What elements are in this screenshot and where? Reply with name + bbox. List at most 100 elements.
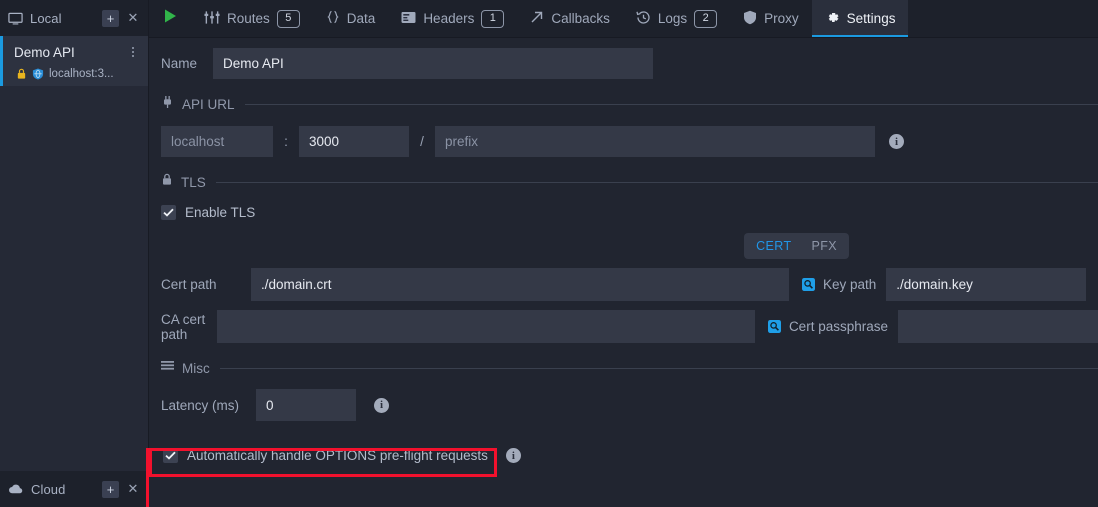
port-prefix-separator: /: [409, 134, 435, 149]
file-search-icon[interactable]: [767, 319, 782, 334]
tab-headers[interactable]: Headers 1: [388, 0, 517, 37]
info-icon[interactable]: i: [889, 134, 904, 149]
tab-callbacks-label: Callbacks: [551, 11, 610, 26]
options-preflight-checkbox[interactable]: [163, 448, 178, 463]
sidebar-local-label: Local: [30, 11, 95, 26]
api-url-row: localhost : 3000 / prefix i: [161, 126, 1098, 157]
main-panel: Routes 5 Data: [149, 0, 1098, 507]
api-prefix-input[interactable]: prefix: [435, 126, 875, 157]
section-divider: [245, 104, 1098, 105]
tab-headers-badge: 1: [481, 10, 504, 28]
name-input[interactable]: Demo API: [213, 48, 653, 79]
play-icon: [163, 8, 178, 29]
tab-bar: Routes 5 Data: [149, 0, 1098, 38]
section-misc-label: Misc: [182, 361, 210, 376]
sliders-icon: [204, 10, 220, 28]
cert-passphrase-label-wrap: Cert passphrase: [755, 319, 898, 334]
latency-row: Latency (ms) 0 i: [161, 389, 1098, 421]
info-icon[interactable]: i: [374, 398, 389, 413]
cert-path-row: Cert path ./domain.crt Key path ./domain…: [149, 268, 1098, 301]
tab-routes[interactable]: Routes 5: [191, 0, 313, 37]
collapse-cloud-button[interactable]: ✕: [126, 482, 140, 496]
tab-logs[interactable]: Logs 2: [623, 0, 730, 37]
shield-icon: [743, 10, 757, 28]
ca-cert-path-label: CA cert path: [149, 312, 217, 342]
highlight-seam: [146, 448, 149, 507]
key-path-label-wrap: Key path: [789, 277, 886, 292]
header-block-icon: [401, 11, 416, 27]
sidebar: Local + ✕ Demo API: [0, 0, 149, 507]
tab-routes-label: Routes: [227, 11, 270, 26]
section-tls: TLS: [161, 173, 1098, 191]
section-api-url-label: API URL: [182, 97, 235, 112]
section-divider: [216, 182, 1098, 183]
tab-data[interactable]: Data: [313, 0, 389, 37]
tls-mode-cert-option[interactable]: CERT: [747, 236, 800, 256]
tab-routes-badge: 5: [277, 10, 300, 28]
run-server-button[interactable]: [149, 0, 191, 37]
section-misc: Misc: [161, 359, 1098, 377]
sidebar-cloud-header: Cloud + ✕: [0, 471, 148, 507]
sidebar-item-url: localhost:3...: [49, 68, 114, 80]
add-local-environment-button[interactable]: +: [102, 10, 119, 27]
host-port-separator: :: [273, 134, 299, 149]
latency-input[interactable]: 0: [256, 389, 356, 421]
list-icon: [161, 359, 174, 377]
section-api-url: API URL: [161, 95, 1098, 114]
sidebar-item-header: Demo API: [14, 42, 140, 62]
settings-form: Name Demo API API URL localhost: [149, 38, 1098, 507]
cloud-icon: [8, 483, 24, 495]
sidebar-item-label: Demo API: [14, 45, 126, 60]
tab-headers-label: Headers: [423, 11, 474, 26]
key-path-input[interactable]: ./domain.key: [886, 268, 1086, 301]
braces-icon: [326, 10, 340, 27]
cert-path-input[interactable]: ./domain.crt: [251, 268, 789, 301]
arrow-up-right-icon: [530, 10, 544, 27]
file-search-icon[interactable]: [801, 277, 816, 292]
app-window: Local + ✕ Demo API: [0, 0, 1098, 507]
name-label: Name: [161, 56, 203, 71]
sidebar-cloud-label: Cloud: [31, 482, 95, 497]
more-vertical-icon[interactable]: [126, 44, 140, 60]
api-port-input[interactable]: 3000: [299, 126, 409, 157]
cert-path-label: Cert path: [149, 277, 251, 292]
tab-settings[interactable]: Settings: [812, 0, 909, 37]
options-preflight-label: Automatically handle OPTIONS pre-flight …: [187, 448, 488, 463]
tab-data-label: Data: [347, 11, 376, 26]
tab-settings-label: Settings: [847, 11, 896, 26]
enable-tls-checkbox[interactable]: [161, 205, 176, 220]
ca-cert-path-input[interactable]: [217, 310, 755, 343]
plug-icon: [161, 95, 174, 114]
tls-mode-pfx-option[interactable]: PFX: [802, 236, 846, 256]
key-path-label: Key path: [823, 277, 876, 292]
cert-passphrase-input[interactable]: [898, 310, 1098, 343]
gear-icon: [825, 10, 840, 28]
api-host-input[interactable]: localhost: [161, 126, 273, 157]
history-clock-icon: [636, 10, 651, 28]
tls-mode-toggle-wrap: CERT PFX: [149, 233, 1098, 259]
latency-label: Latency (ms): [161, 398, 246, 413]
tab-callbacks[interactable]: Callbacks: [517, 0, 623, 37]
name-row: Name Demo API: [149, 38, 1098, 79]
section-divider: [220, 368, 1098, 369]
monitor-icon: [8, 11, 23, 26]
globe-shield-icon: [32, 68, 44, 80]
sidebar-item-demo-api[interactable]: Demo API: [0, 36, 148, 86]
tab-logs-label: Logs: [658, 11, 687, 26]
enable-tls-label: Enable TLS: [185, 205, 255, 220]
section-tls-label: TLS: [181, 175, 206, 190]
sidebar-environment-list: Demo API: [0, 36, 148, 471]
cert-passphrase-label: Cert passphrase: [789, 319, 888, 334]
lock-icon: [161, 173, 173, 191]
tab-logs-badge: 2: [694, 10, 717, 28]
ca-cert-path-row: CA cert path Cert passphrase: [149, 310, 1098, 343]
add-cloud-environment-button[interactable]: +: [102, 481, 119, 498]
options-preflight-row[interactable]: Automatically handle OPTIONS pre-flight …: [163, 448, 1098, 463]
collapse-local-button[interactable]: ✕: [126, 11, 140, 25]
tab-proxy[interactable]: Proxy: [730, 0, 812, 37]
tls-mode-toggle[interactable]: CERT PFX: [744, 233, 849, 259]
sidebar-local-header: Local + ✕: [0, 0, 148, 36]
info-icon[interactable]: i: [506, 448, 521, 463]
enable-tls-row[interactable]: Enable TLS: [161, 205, 1098, 220]
lock-icon: [16, 68, 27, 80]
